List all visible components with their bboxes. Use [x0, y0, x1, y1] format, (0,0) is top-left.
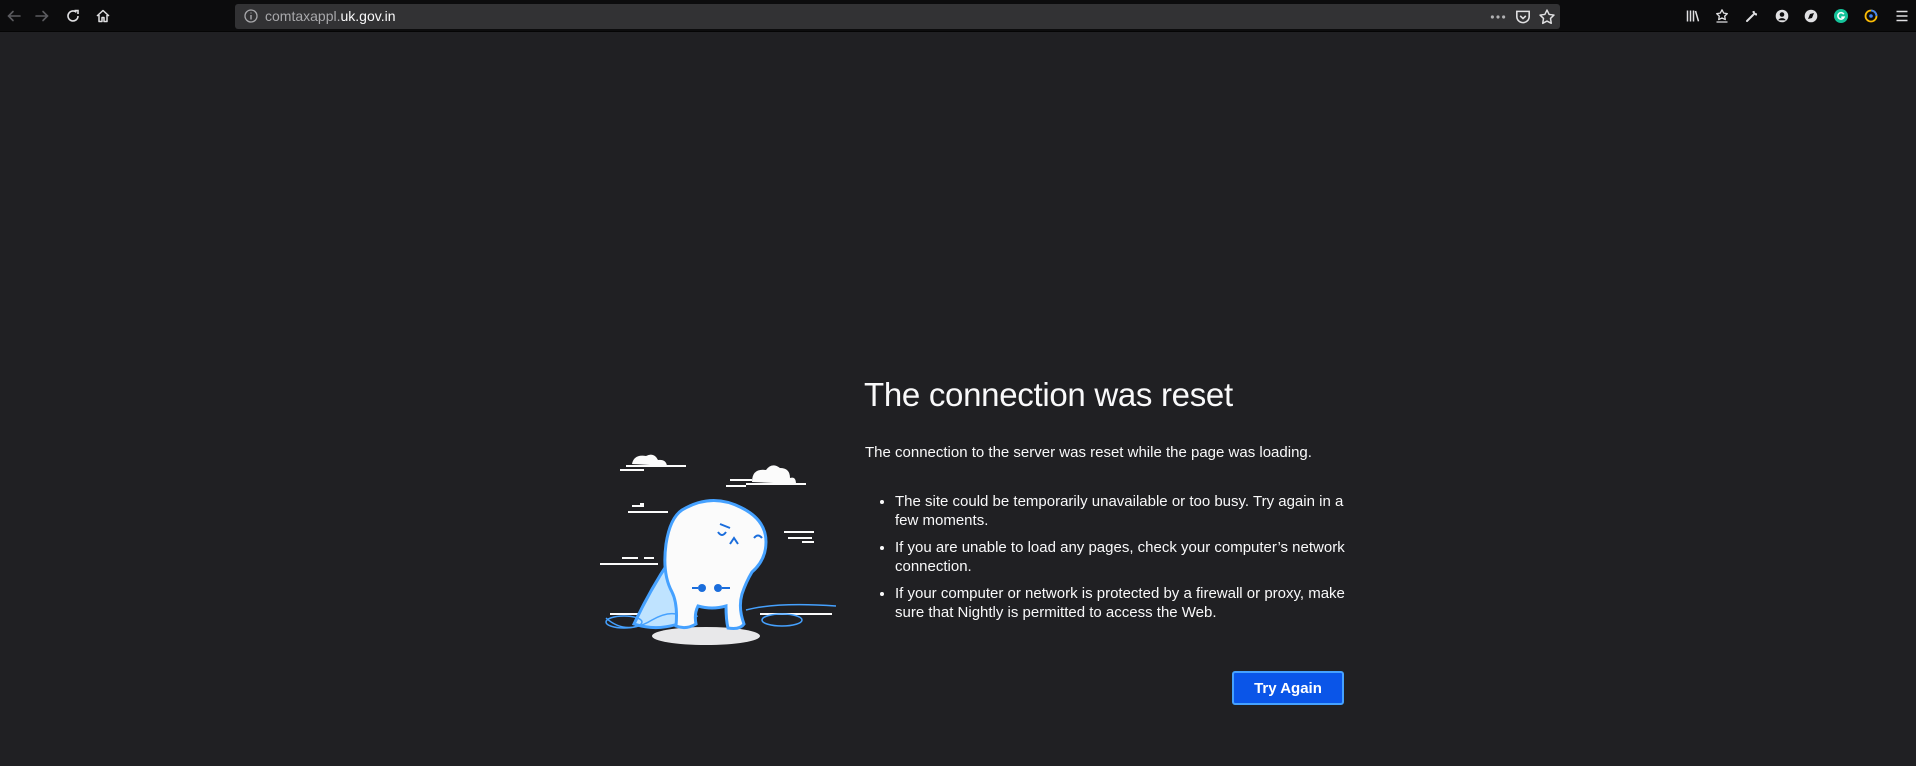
grammarly-icon — [1834, 9, 1848, 23]
more-actions-icon — [1490, 15, 1506, 19]
account-button[interactable] — [1770, 4, 1794, 28]
sidebar-button[interactable] — [1710, 4, 1734, 28]
url-prefix: comtaxappl. — [265, 8, 341, 24]
error-illustration — [600, 454, 836, 645]
reload-icon — [67, 9, 79, 22]
list-item: The site could be temporarily unavailabl… — [895, 492, 1355, 530]
reload-button[interactable] — [61, 4, 85, 28]
extension-button[interactable] — [1799, 4, 1823, 28]
suggestion-list: The site could be temporarily unavailabl… — [865, 492, 1355, 630]
pocket-button[interactable] — [1514, 8, 1532, 26]
try-again-button[interactable]: Try Again — [1232, 671, 1344, 705]
bookmark-star-button[interactable] — [1538, 8, 1556, 26]
menu-button[interactable] — [1890, 4, 1914, 28]
account-icon — [1775, 9, 1789, 23]
pocket-icon — [1516, 10, 1530, 24]
library-button[interactable] — [1681, 4, 1705, 28]
error-description: The connection to the server was reset w… — [865, 444, 1312, 461]
site-info-icon[interactable] — [243, 8, 259, 24]
more-actions-button[interactable] — [1489, 8, 1507, 26]
developer-wrench-icon — [1746, 10, 1758, 22]
back-button[interactable] — [2, 4, 26, 28]
grammarly-button[interactable] — [1829, 4, 1853, 28]
library-icon — [1686, 10, 1700, 22]
url-bar[interactable]: comtaxappl.uk.gov.in — [235, 4, 1560, 29]
ground-shadow — [652, 627, 760, 645]
forward-icon — [35, 10, 49, 22]
extension-color-button[interactable] — [1859, 4, 1883, 28]
sidebar-icon — [1716, 9, 1728, 23]
extension-icon — [1804, 9, 1818, 23]
url-text[interactable]: comtaxappl.uk.gov.in — [265, 8, 395, 25]
forward-button[interactable] — [30, 4, 54, 28]
extension-color-icon — [1864, 9, 1878, 23]
home-icon — [96, 9, 110, 23]
back-icon — [7, 10, 21, 22]
cloud-left — [620, 454, 686, 471]
developer-button[interactable] — [1740, 4, 1764, 28]
menu-icon — [1896, 10, 1908, 22]
home-button[interactable] — [91, 4, 115, 28]
page-title: The connection was reset — [864, 376, 1233, 413]
cloud-right — [726, 465, 806, 487]
url-domain: uk.gov.in — [340, 8, 396, 24]
list-item: If your computer or network is protected… — [895, 584, 1355, 622]
bookmark-star-icon — [1539, 9, 1555, 25]
list-item: If you are unable to load any pages, che… — [895, 538, 1355, 576]
browser-toolbar: comtaxappl.uk.gov.in — [0, 0, 1916, 32]
